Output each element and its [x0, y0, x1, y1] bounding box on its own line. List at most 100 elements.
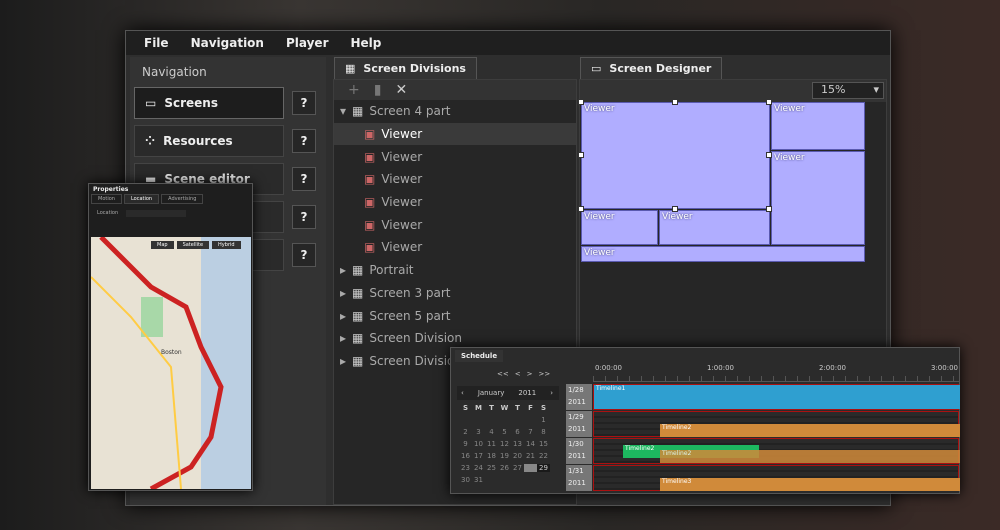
- help-button[interactable]: ?: [292, 167, 316, 191]
- viewer-region[interactable]: Viewer: [581, 102, 770, 209]
- tree-item[interactable]: ▣ Viewer: [334, 122, 576, 146]
- calendar-day[interactable]: 23: [459, 464, 472, 472]
- calendar-day[interactable]: 20: [511, 452, 524, 460]
- prev-button[interactable]: <: [515, 370, 521, 378]
- collapsed-icon[interactable]: ▸: [340, 331, 346, 345]
- schedule-row[interactable]: Timeline2: [593, 411, 960, 437]
- calendar-day[interactable]: 17: [472, 452, 485, 460]
- menu-navigation[interactable]: Navigation: [191, 36, 264, 50]
- menu-file[interactable]: File: [144, 36, 169, 50]
- calendar-day[interactable]: 16: [459, 452, 472, 460]
- tab-screen-designer[interactable]: ▭ Screen Designer: [580, 57, 723, 79]
- calendar-day[interactable]: 12: [498, 440, 511, 448]
- calendar-day[interactable]: 25: [485, 464, 498, 472]
- tree-item[interactable]: ▸ ▦ Portrait: [334, 259, 576, 282]
- calendar-day[interactable]: 22: [537, 452, 550, 460]
- calendar-day[interactable]: 1: [537, 416, 550, 424]
- timeline-bar[interactable]: Timeline2: [660, 450, 960, 463]
- calendar-day[interactable]: 21: [524, 452, 537, 460]
- calendar-day[interactable]: 14: [524, 440, 537, 448]
- calendar-day[interactable]: 4: [485, 428, 498, 436]
- expanded-icon[interactable]: ▾: [340, 104, 346, 118]
- menu-help[interactable]: Help: [350, 36, 381, 50]
- calendar-day[interactable]: 31: [472, 476, 485, 484]
- delete-icon[interactable]: ✕: [395, 82, 407, 98]
- add-icon[interactable]: +: [348, 82, 360, 98]
- tab-advertising[interactable]: Advertising: [161, 194, 204, 204]
- map-button[interactable]: Map: [151, 241, 174, 249]
- timeline-bar[interactable]: Timeline2: [660, 424, 960, 437]
- calendar-day[interactable]: 11: [485, 440, 498, 448]
- first-button[interactable]: <<: [497, 370, 509, 378]
- tree-item[interactable]: ▸ ▦ Screen 5 part: [334, 304, 576, 327]
- resize-handle[interactable]: [672, 206, 678, 212]
- timeline-bar[interactable]: Timeline3: [660, 478, 960, 491]
- calendar-day[interactable]: 7: [524, 428, 537, 436]
- hybrid-button[interactable]: Hybrid: [212, 241, 241, 249]
- help-button[interactable]: ?: [292, 129, 316, 153]
- calendar-day[interactable]: 19: [498, 452, 511, 460]
- schedule-row[interactable]: Timeline3: [593, 465, 960, 491]
- calendar-day[interactable]: 8: [537, 428, 550, 436]
- tab-location[interactable]: Location: [123, 194, 160, 204]
- calendar-day[interactable]: 13: [511, 440, 524, 448]
- calendar-day[interactable]: 3: [472, 428, 485, 436]
- resize-handle[interactable]: [672, 99, 678, 105]
- help-button[interactable]: ?: [292, 243, 316, 267]
- collapsed-icon[interactable]: ▸: [340, 286, 346, 300]
- tree-item[interactable]: ▣ Viewer: [334, 168, 576, 191]
- schedule-row[interactable]: Timeline2 Timeline2: [593, 438, 960, 464]
- tab-motion[interactable]: Motion: [91, 194, 122, 204]
- collapsed-icon[interactable]: ▸: [340, 309, 346, 323]
- resize-handle[interactable]: [578, 206, 584, 212]
- viewer-region[interactable]: Viewer: [659, 210, 770, 245]
- resize-handle[interactable]: [766, 152, 772, 158]
- calendar-day[interactable]: 28: [524, 464, 537, 472]
- calendar-day[interactable]: 29: [537, 464, 550, 472]
- viewer-region[interactable]: Viewer: [771, 102, 865, 150]
- calendar-day[interactable]: 2: [459, 428, 472, 436]
- resize-handle[interactable]: [578, 99, 584, 105]
- copy-icon[interactable]: ▮: [374, 82, 382, 98]
- viewer-region[interactable]: Viewer: [581, 210, 658, 245]
- tree-item[interactable]: ▣ Viewer: [334, 191, 576, 214]
- viewer-region[interactable]: Viewer: [581, 246, 865, 262]
- prev-month-icon[interactable]: ‹: [461, 389, 464, 397]
- calendar-day[interactable]: 9: [459, 440, 472, 448]
- schedule-row[interactable]: Timeline1: [593, 384, 960, 410]
- help-button[interactable]: ?: [292, 91, 316, 115]
- tree-item[interactable]: ▾ ▦ Screen 4 part: [334, 100, 576, 123]
- last-button[interactable]: >>: [538, 370, 550, 378]
- location-input[interactable]: [126, 210, 187, 217]
- collapsed-icon[interactable]: ▸: [340, 263, 346, 277]
- calendar-day[interactable]: 5: [498, 428, 511, 436]
- tree-item[interactable]: ▣ Viewer: [334, 145, 576, 168]
- next-button[interactable]: >: [527, 370, 533, 378]
- timeline-bar[interactable]: Timeline1: [594, 385, 960, 409]
- calendar-day[interactable]: 10: [472, 440, 485, 448]
- resize-handle[interactable]: [766, 99, 772, 105]
- calendar-day[interactable]: 18: [485, 452, 498, 460]
- calendar-day[interactable]: 26: [498, 464, 511, 472]
- viewer-region[interactable]: Viewer: [771, 151, 865, 245]
- zoom-select[interactable]: 15% ▾: [812, 82, 884, 99]
- resize-handle[interactable]: [578, 152, 584, 158]
- next-month-icon[interactable]: ›: [550, 389, 553, 397]
- calendar-day[interactable]: 15: [537, 440, 550, 448]
- tree-item[interactable]: ▣ Viewer: [334, 236, 576, 259]
- calendar-day[interactable]: 30: [459, 476, 472, 484]
- collapsed-icon[interactable]: ▸: [340, 354, 346, 368]
- nav-resources-button[interactable]: ⁘ Resources: [134, 125, 284, 157]
- map-view[interactable]: Map Satellite Hybrid Boston: [91, 237, 251, 489]
- help-button[interactable]: ?: [292, 205, 316, 229]
- satellite-button[interactable]: Satellite: [176, 241, 210, 249]
- calendar-day[interactable]: 6: [511, 428, 524, 436]
- menu-player[interactable]: Player: [286, 36, 329, 50]
- tree-item[interactable]: ▸ ▦ Screen 3 part: [334, 282, 576, 305]
- nav-screens-button[interactable]: ▭ Screens: [134, 87, 284, 119]
- tab-screen-divisions[interactable]: ▦ Screen Divisions: [334, 57, 477, 79]
- resize-handle[interactable]: [766, 206, 772, 212]
- calendar-day[interactable]: 24: [472, 464, 485, 472]
- calendar-day[interactable]: 27: [511, 464, 524, 472]
- tree-item[interactable]: ▣ Viewer: [334, 213, 576, 236]
